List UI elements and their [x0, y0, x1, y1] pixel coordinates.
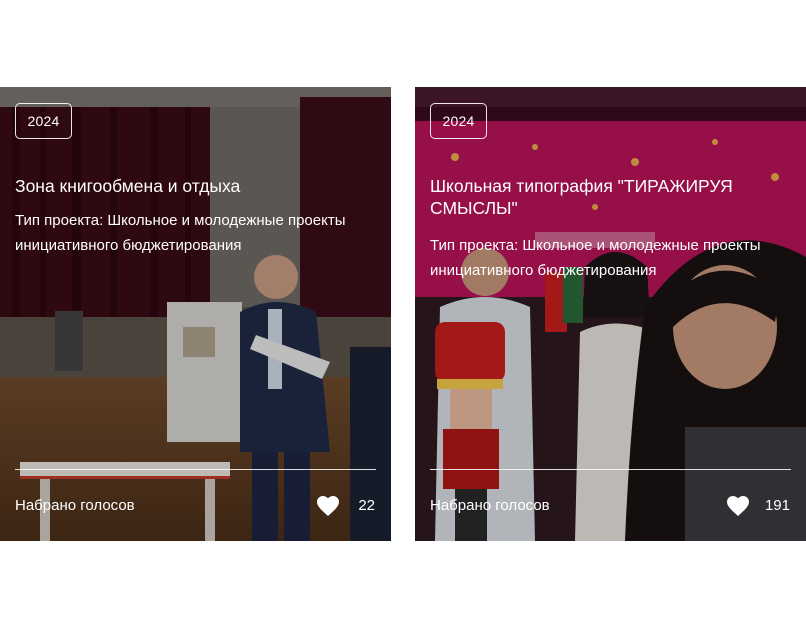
photo-overlay [415, 87, 806, 541]
heart-icon[interactable] [316, 495, 340, 517]
divider [15, 469, 376, 470]
project-card[interactable]: 2024 Зона книгообмена и отдыха Тип проек… [0, 87, 391, 541]
photo-overlay [0, 87, 391, 541]
year-badge: 2024 [430, 103, 487, 139]
votes-label: Набрано голосов [15, 497, 135, 514]
votes-count: 22 [358, 497, 375, 514]
project-type: Тип проекта: Школьное и молодежные проек… [15, 212, 346, 254]
votes-count: 191 [764, 497, 790, 514]
project-title[interactable]: Зона книгообмена и отдыха [15, 175, 370, 197]
project-title[interactable]: Школьная типография "ТИРАЖИРУЯ СМЫСЛЫ" [430, 175, 785, 219]
year-badge: 2024 [15, 103, 72, 139]
project-type: Тип проекта: Школьное и молодежные проек… [430, 237, 761, 279]
divider [430, 469, 791, 470]
heart-icon[interactable] [726, 495, 750, 517]
project-card[interactable]: 2024 Школьная типография "ТИРАЖИРУЯ СМЫС… [415, 87, 806, 541]
votes-label: Набрано голосов [430, 497, 550, 514]
